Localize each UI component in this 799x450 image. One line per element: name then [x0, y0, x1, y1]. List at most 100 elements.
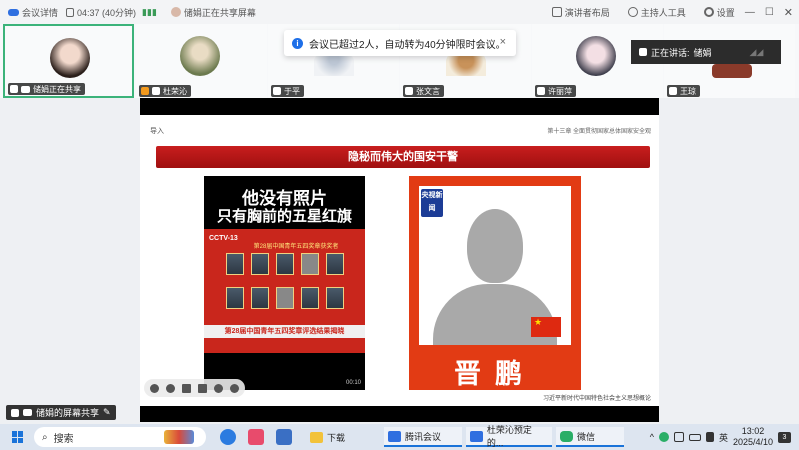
windows-start-icon[interactable]	[12, 431, 24, 443]
time-limit-toast: i 会议已超过2人，自动转为40分钟限时会议。 ×	[284, 30, 516, 56]
participant-tile[interactable]: 杜荣沁	[136, 24, 267, 98]
share-badge-label: 储娟的屏幕共享	[36, 408, 100, 418]
grid-icon[interactable]	[198, 383, 207, 393]
gear-icon	[703, 7, 714, 17]
tencent-meeting-icon	[388, 430, 401, 442]
avatar	[180, 36, 220, 76]
winner-photo	[251, 253, 269, 275]
taskbar-search-input[interactable]: ⌕ 搜索	[34, 427, 206, 447]
speaking-label: 正在讲话:	[651, 47, 690, 58]
participant-name: 杜荣沁	[163, 86, 187, 96]
participant-nametag: 许丽萍	[535, 85, 576, 97]
tray-expand-icon[interactable]: ^	[650, 432, 654, 442]
mic-icon	[152, 87, 160, 95]
minimize-button[interactable]: —	[745, 7, 755, 18]
host-icon	[141, 87, 149, 95]
settings-button[interactable]: 设置	[703, 6, 735, 19]
system-tray: ^ 英 13:02 2025/4/10 3	[650, 424, 791, 450]
taskbar-app-downloads[interactable]: 下载	[306, 427, 378, 447]
portrait-name: 晋鹏	[454, 359, 536, 390]
notification-center-icon[interactable]: 3	[778, 431, 791, 443]
participant-name: 储娟正在共享	[33, 84, 81, 94]
taskbar-app-label: 腾讯会议	[405, 431, 442, 442]
slide-title-banner: 隐秘而伟大的国安干警	[156, 146, 650, 168]
sharing-status-label: 储娟正在共享屏幕	[183, 7, 256, 18]
annotate-pen-icon[interactable]: ✎	[103, 407, 111, 418]
taskbar-app-label: 杜荣沁预定的...	[486, 425, 532, 448]
speaking-indicator: 正在讲话: 储娟 ◢◢	[631, 40, 781, 64]
meeting-details-label: 会议详情	[22, 7, 59, 18]
participant-name: 于平	[284, 86, 300, 96]
mic-icon	[11, 408, 19, 417]
slide-chapter-label: 第十三章 全面贯彻国家总体国家安全观	[547, 129, 651, 135]
share-icon	[23, 409, 32, 416]
zoom-icon[interactable]	[214, 383, 223, 393]
participant-name: 张文言	[416, 86, 440, 96]
participant-nametag: 杜荣沁	[139, 85, 191, 97]
silhouette-head	[467, 209, 523, 283]
china-flag-icon	[531, 317, 561, 337]
app-icon[interactable]	[276, 429, 292, 445]
search-icon: ⌕	[42, 431, 48, 443]
taskbar-app-wechat[interactable]: 微信	[556, 427, 624, 447]
info-icon: i	[292, 37, 303, 49]
blank-photo	[301, 253, 319, 275]
taskbar-clock[interactable]: 13:02 2025/4/10	[733, 426, 773, 448]
next-slide-icon[interactable]	[166, 383, 175, 393]
signal-indicator[interactable]: ▮▮▮	[142, 7, 157, 18]
search-label: 搜索	[53, 433, 74, 445]
mic-icon	[537, 87, 545, 95]
slide-section-label: 导入	[150, 128, 164, 135]
tencent-meeting-icon	[470, 430, 483, 442]
meeting-details-button[interactable]: 会议详情	[8, 6, 58, 19]
blank-photo	[276, 287, 294, 309]
host-tools-button[interactable]: 主持人工具	[627, 6, 686, 19]
search-illustration-icon	[163, 430, 194, 444]
volume-icon[interactable]	[705, 432, 714, 442]
mic-icon	[10, 85, 18, 93]
share-icon	[21, 85, 30, 93]
speaking-mic-icon	[639, 48, 647, 56]
avatar	[50, 38, 90, 78]
prev-slide-icon[interactable]	[150, 383, 159, 393]
wechat-icon	[560, 430, 573, 442]
shield-icon	[66, 7, 75, 17]
clock-date: 2025/4/10	[732, 437, 773, 447]
participant-tile[interactable]: 储娟正在共享	[3, 24, 134, 98]
winner-photo	[276, 253, 294, 275]
toast-message: 会议已超过2人，自动转为40分钟限时会议。	[309, 39, 506, 51]
network-icon[interactable]	[673, 432, 684, 442]
timer-label: 04:37 (40分钟)	[77, 7, 137, 18]
signal-icon: ▮▮▮	[142, 6, 157, 17]
tencent-meeting-logo-icon	[8, 8, 19, 16]
presentation-slide: 导入 第十三章 全面贯彻国家总体国家安全观 隐秘而伟大的国安干警 他没有照片 只…	[140, 115, 659, 406]
slide-footnote: 习近平新时代中国特色社会主义思想概论	[542, 396, 651, 402]
ime-indicator[interactable]: 英	[719, 431, 728, 444]
clock-time: 13:02	[741, 426, 765, 436]
more-icon[interactable]	[230, 383, 239, 393]
pen-icon[interactable]	[182, 383, 191, 393]
taskbar-app-scheduled-meeting[interactable]: 杜荣沁预定的...	[466, 425, 552, 448]
close-window-button[interactable]: ✕	[784, 6, 793, 19]
edge-icon[interactable]	[220, 429, 236, 445]
battery-icon[interactable]	[688, 433, 701, 441]
taskbar-app-tencent-meeting[interactable]: 腾讯会议	[384, 427, 462, 447]
meeting-timer[interactable]: 04:37 (40分钟)	[66, 6, 136, 19]
winner-photo	[301, 287, 319, 309]
layout-icon	[551, 7, 562, 17]
maximize-button[interactable]: ☐	[765, 7, 774, 18]
app-icon[interactable]	[248, 429, 264, 445]
settings-label: 设置	[716, 7, 735, 18]
winner-photo	[226, 287, 244, 309]
cctv-news-badge: 央视新闻	[421, 189, 443, 217]
portrait-poster-image: 央视新闻 晋鹏	[409, 176, 581, 390]
participant-nametag: 储娟正在共享	[8, 83, 85, 95]
windows-taskbar: ⌕ 搜索 下载 腾讯会议 杜荣沁预定的... 微信 ^ 英 13:02 2025…	[0, 424, 799, 450]
meeting-title-bar: 会议详情 04:37 (40分钟) ▮▮▮ 储娟正在共享屏幕 演讲者布局 主持人…	[0, 0, 799, 24]
toast-close-button[interactable]: ×	[500, 36, 506, 48]
wechat-tray-icon[interactable]	[658, 432, 669, 442]
winner-photo	[326, 253, 344, 275]
screen-share-badge[interactable]: 储娟的屏幕共享 ✎	[6, 405, 116, 420]
layout-button[interactable]: 演讲者布局	[551, 6, 610, 19]
participant-nametag: 张文言	[403, 85, 444, 97]
